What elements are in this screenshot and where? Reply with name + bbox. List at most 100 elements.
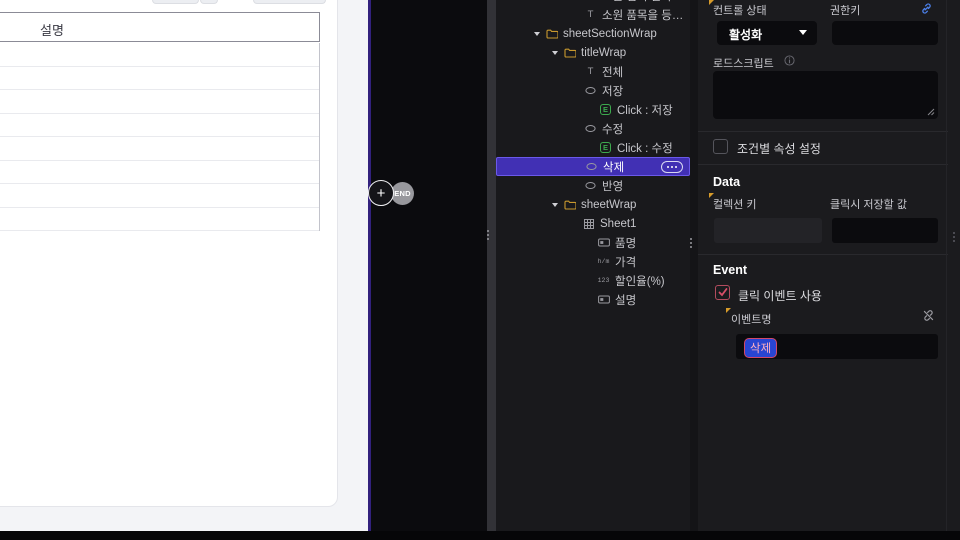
drag-handle-icon [487, 228, 489, 242]
field-icon [597, 295, 610, 304]
collection-key-label: 컬렉션 키 [713, 199, 757, 211]
preview-table-row [0, 90, 319, 114]
control-state-label: 컨트롤 상태 [713, 5, 767, 17]
link-icon[interactable] [920, 2, 933, 15]
clipped-control [152, 0, 199, 4]
control-state-dropdown[interactable]: 활성화 [717, 21, 817, 45]
preview-table-row [0, 113, 319, 137]
num-icon: h/m [597, 258, 610, 265]
add-node-button[interactable]: + [368, 180, 394, 206]
tree-row-label: 저장 [602, 85, 624, 98]
more-options-button[interactable] [661, 160, 683, 173]
tree-row[interactable]: 삭제 [496, 157, 690, 176]
event-name-input[interactable]: 삭제 [736, 334, 938, 359]
eye-icon [584, 181, 597, 190]
panel-splitter[interactable] [690, 0, 698, 531]
drag-handle-icon [953, 230, 955, 244]
inspector-scroll-gutter [946, 0, 947, 531]
panel-splitter[interactable] [487, 0, 496, 531]
flow-end-node[interactable]: END [391, 182, 414, 205]
folder-icon [563, 200, 576, 210]
click-event-label: 클릭 이벤트 사용 [738, 289, 822, 303]
pct-icon: 123 [597, 277, 610, 284]
clipped-control [200, 0, 218, 4]
eye-icon [584, 86, 597, 95]
tree-row[interactable]: 설명 [496, 290, 690, 309]
resize-handle-icon[interactable] [927, 108, 935, 116]
chevron-down-icon [799, 30, 807, 35]
plus-icon: + [376, 184, 386, 202]
load-script-textarea[interactable] [713, 71, 938, 119]
tree-row[interactable]: E Click : 저장 [496, 100, 690, 119]
tree-row[interactable]: h/m 가격 [496, 252, 690, 271]
flow-canvas[interactable] [371, 0, 487, 531]
builder-workspace: 설명 END + T 모든 입력 단가 T 소원 품목을 등… sheetSec… [0, 0, 960, 540]
sheet-icon [582, 218, 595, 229]
preview-table-row [0, 66, 319, 90]
tree-row-label: Click : 수정 [617, 142, 673, 155]
bottom-bar [0, 531, 960, 540]
tree-row[interactable]: sheetSectionWrap [496, 24, 690, 43]
click-event-checkbox[interactable] [715, 285, 730, 300]
preview-table[interactable] [0, 43, 320, 231]
tree-row-label: 품명 [615, 237, 637, 250]
preview-table-header: 설명 [0, 12, 320, 42]
tree-row[interactable]: titleWrap [496, 43, 690, 62]
tree-row-label: 반영 [602, 180, 624, 193]
tree-row[interactable]: 저장 [496, 81, 690, 100]
click-save-value-input[interactable] [832, 218, 938, 243]
tree-row[interactable]: E Click : 수정 [496, 138, 690, 157]
tree-row[interactable]: T 소원 품목을 등… [496, 5, 690, 24]
text-icon: T [584, 0, 597, 1]
tree-row[interactable]: 품명 [496, 233, 690, 252]
preview-table-row [0, 184, 319, 208]
folder-icon [563, 48, 576, 58]
tree-row-label: titleWrap [581, 46, 627, 59]
drag-handle-icon [690, 236, 692, 250]
collection-key-input[interactable] [714, 218, 822, 243]
event-name-value: 삭제 [744, 338, 778, 358]
permission-key-input[interactable] [832, 21, 938, 45]
text-icon: T [587, 9, 594, 20]
tree-row[interactable]: sheetWrap [496, 195, 690, 214]
tree-row-label: 전체 [602, 66, 624, 79]
tree-row[interactable]: 수정 [496, 119, 690, 138]
tree-row[interactable]: Sheet1 [496, 214, 690, 233]
preview-table-header-label: 설명 [40, 23, 64, 38]
tree-row-label: Click : 저장 [617, 104, 673, 117]
tree-row-label: 삭제 [603, 161, 625, 174]
divider [698, 131, 948, 132]
click-save-value-label: 클릭시 저장할 값 [830, 199, 907, 211]
text-icon: T [587, 66, 594, 77]
divider [698, 254, 948, 255]
event-icon: E [599, 104, 612, 115]
tree-row-label: Sheet1 [600, 217, 637, 230]
expand-arrow-icon[interactable] [552, 202, 558, 207]
tree-row[interactable]: 123 할인율(%) [496, 271, 690, 290]
expand-arrow-icon[interactable] [534, 31, 540, 36]
folder-icon [545, 29, 558, 39]
tree-row-label: 소원 품목을 등… [602, 9, 684, 22]
tree-row[interactable]: T 전체 [496, 62, 690, 81]
conditional-props-checkbox[interactable] [713, 139, 728, 154]
tree-row-label: 할인율(%) [615, 275, 665, 288]
tree-row-label: 수정 [602, 123, 624, 136]
event-icon: E [599, 142, 612, 153]
info-icon[interactable] [784, 55, 795, 66]
event-section-heading: Event [713, 263, 748, 277]
layer-tree-panel: T 모든 입력 단가 T 소원 품목을 등… sheetSectionWrap … [496, 0, 690, 531]
unlink-icon[interactable] [922, 309, 935, 322]
load-script-label: 로드스크립트 [713, 58, 774, 70]
clipped-control [253, 0, 326, 4]
preview-table-row [0, 207, 319, 231]
preview-table-row [0, 137, 319, 161]
data-section-heading: Data [713, 175, 741, 189]
tree-row-label: 모든 입력 단가 [602, 0, 672, 4]
property-inspector-panel: 컨트롤 상태 권한키 활성화 로드스크립트 조건별 속성 설정 Data 컬렉션… [698, 0, 960, 531]
divider [698, 164, 948, 165]
event-name-label: 이벤트명 [731, 314, 772, 326]
eye-icon [585, 162, 598, 171]
eye-icon [584, 124, 597, 133]
expand-arrow-icon[interactable] [552, 50, 558, 55]
tree-row[interactable]: 반영 [496, 176, 690, 195]
